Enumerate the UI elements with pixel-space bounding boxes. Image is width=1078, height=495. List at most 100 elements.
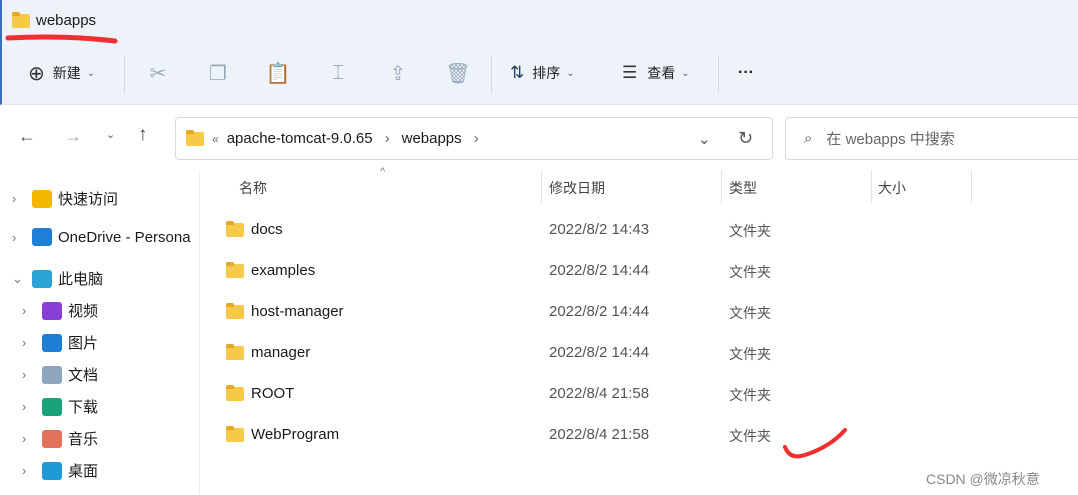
folder-icon xyxy=(226,262,244,278)
sidebar-item[interactable]: › 文档 xyxy=(22,364,98,385)
sidebar-item[interactable]: › 桌面 xyxy=(22,460,98,481)
file-modified: 2022/8/2 14:44 xyxy=(549,344,650,361)
sort-ascending-icon: ^ xyxy=(380,166,386,178)
file-row[interactable]: manager 2022/8/2 14:44 文件夹 xyxy=(205,332,1078,373)
chevron-right-icon[interactable]: › xyxy=(12,230,32,245)
sort-button[interactable]: ⇅ 排序 ⌄ xyxy=(510,58,575,88)
sidebar-item-label: 音乐 xyxy=(68,431,99,448)
file-row[interactable]: ROOT 2022/8/4 21:58 文件夹 xyxy=(205,373,1078,414)
copy-button[interactable]: ❐ xyxy=(203,58,233,88)
recent-locations-button[interactable]: ⌄ xyxy=(106,128,115,141)
file-row[interactable]: WebProgram 2022/8/4 21:58 文件夹 xyxy=(205,414,1078,455)
sort-icon: ⇅ xyxy=(510,63,525,82)
cut-button[interactable]: ✂ xyxy=(143,58,173,88)
trash-icon: 🗑 xyxy=(445,62,471,85)
column-divider[interactable] xyxy=(871,170,872,204)
column-header-modified[interactable]: 修改日期 xyxy=(549,178,605,198)
forward-button[interactable]: → xyxy=(64,126,82,147)
red-check-annotation xyxy=(783,428,847,459)
breadcrumb-overflow[interactable]: « xyxy=(212,132,219,146)
title-and-toolbar xyxy=(0,0,1078,105)
delete-button[interactable]: 🗑 xyxy=(443,58,473,88)
divider xyxy=(718,55,719,93)
sort-label: 排序 xyxy=(532,65,561,81)
chevron-right-icon[interactable]: › xyxy=(22,335,42,350)
up-button[interactable]: ↑ xyxy=(138,124,148,146)
paste-button[interactable]: 📋 xyxy=(263,58,293,88)
folder-icon xyxy=(226,426,244,442)
folder-icon xyxy=(226,221,244,237)
sidebar-item[interactable]: › 快速访问 xyxy=(12,188,118,209)
file-row[interactable]: docs 2022/8/2 14:43 文件夹 xyxy=(205,209,1078,250)
file-type: 文件夹 xyxy=(729,387,771,403)
sidebar-item[interactable]: › 音乐 xyxy=(22,428,98,449)
more-button[interactable]: ··· xyxy=(738,58,754,88)
folder-icon xyxy=(226,385,244,401)
chevron-down-icon[interactable]: ⌄ xyxy=(12,271,32,287)
file-name: WebProgram xyxy=(251,426,340,443)
view-button[interactable]: ☰ 查看 ⌄ xyxy=(622,58,690,88)
sidebar-item-icon xyxy=(42,301,62,320)
folder-icon xyxy=(226,303,244,319)
sidebar-item[interactable]: › OneDrive - Persona xyxy=(12,228,191,246)
chevron-right-icon[interactable]: › xyxy=(22,463,42,478)
search-input[interactable]: ⌕ 在 webapps 中搜索 xyxy=(785,117,1078,160)
file-name: docs xyxy=(251,221,283,238)
view-label: 查看 xyxy=(647,65,676,81)
file-row[interactable]: examples 2022/8/2 14:44 文件夹 xyxy=(205,250,1078,291)
search-icon: ⌕ xyxy=(804,130,813,147)
column-divider[interactable] xyxy=(721,170,722,204)
file-type: 文件夹 xyxy=(729,264,771,280)
file-modified: 2022/8/2 14:44 xyxy=(549,303,650,320)
sidebar-item-label: 视频 xyxy=(68,303,99,320)
sidebar-item-icon xyxy=(42,429,62,448)
rename-icon: ⌶ xyxy=(332,61,344,84)
sidebar-item-label: 图片 xyxy=(68,335,99,352)
sidebar-item[interactable]: › 下载 xyxy=(22,396,98,417)
view-lines-icon: ☰ xyxy=(622,63,638,82)
file-type: 文件夹 xyxy=(729,428,771,444)
chevron-right-icon[interactable]: › xyxy=(22,303,42,318)
chevron-right-icon[interactable]: › xyxy=(22,367,42,382)
file-name: examples xyxy=(251,262,316,279)
column-header-name[interactable]: 名称 xyxy=(239,178,267,198)
file-row[interactable]: host-manager 2022/8/2 14:44 文件夹 xyxy=(205,291,1078,332)
address-bar[interactable]: « apache-tomcat-9.0.65 › webapps › ⌄ ↻ xyxy=(175,117,773,160)
file-modified: 2022/8/4 21:58 xyxy=(549,426,650,443)
address-dropdown-button[interactable]: ⌄ xyxy=(698,130,711,148)
chevron-right-icon[interactable]: › xyxy=(22,399,42,414)
sidebar-item-icon xyxy=(32,269,52,288)
breadcrumb-item[interactable]: apache-tomcat-9.0.65 xyxy=(227,130,373,147)
copy-icon: ❐ xyxy=(209,62,227,85)
rename-button[interactable]: ⌶ xyxy=(323,58,353,88)
sidebar-item-icon xyxy=(42,461,62,480)
sidebar-item[interactable]: ⌄ 此电脑 xyxy=(12,268,103,289)
new-label: 新建 xyxy=(52,65,81,81)
back-button[interactable]: ← xyxy=(18,126,36,147)
column-divider[interactable] xyxy=(541,170,542,204)
divider xyxy=(124,55,125,93)
chevron-down-icon: ⌄ xyxy=(86,67,96,79)
watermark: CSDN @微凉秋意 xyxy=(926,471,1040,487)
file-modified: 2022/8/2 14:43 xyxy=(549,221,650,238)
sidebar-item-icon xyxy=(32,228,52,246)
column-header-type[interactable]: 类型 xyxy=(729,178,757,198)
folder-icon xyxy=(226,344,244,360)
sidebar-item[interactable]: › 图片 xyxy=(22,332,98,353)
scissors-icon: ✂ xyxy=(149,62,167,85)
refresh-button[interactable]: ↻ xyxy=(738,128,753,149)
file-name: ROOT xyxy=(251,385,295,402)
sidebar-item-icon xyxy=(32,189,52,208)
column-divider[interactable] xyxy=(971,170,972,204)
column-header-size[interactable]: 大小 xyxy=(878,178,906,198)
sidebar-item-label: 桌面 xyxy=(68,463,99,480)
sidebar-item-label: 下载 xyxy=(68,399,99,416)
chevron-right-icon: › xyxy=(473,130,479,147)
breadcrumb-item[interactable]: webapps xyxy=(402,130,462,147)
new-button[interactable]: ⊕ 新建 ⌄ xyxy=(28,58,95,88)
sidebar-item[interactable]: › 视频 xyxy=(22,300,98,321)
chevron-right-icon[interactable]: › xyxy=(12,191,32,206)
chevron-right-icon[interactable]: › xyxy=(22,431,42,446)
share-button[interactable]: ⇪ xyxy=(383,58,413,88)
chevron-down-icon: ⌄ xyxy=(566,67,575,79)
